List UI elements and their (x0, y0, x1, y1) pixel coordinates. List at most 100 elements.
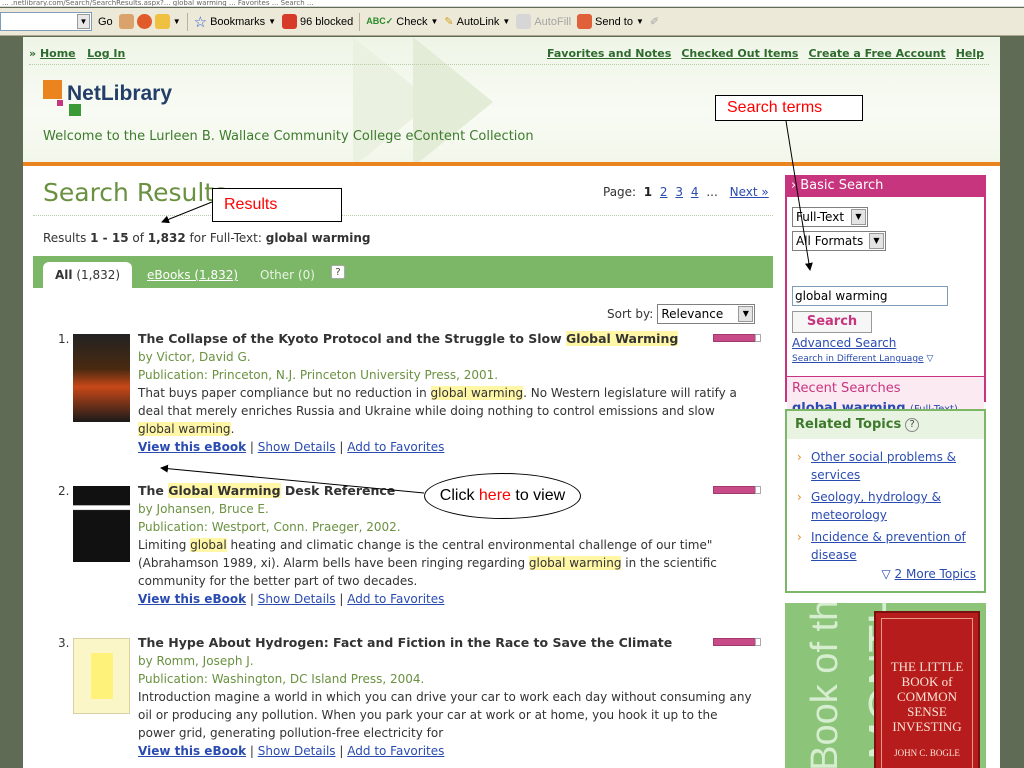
book-cover[interactable] (73, 334, 130, 422)
puzzle-icon[interactable] (154, 14, 170, 29)
checked-out-link[interactable]: Checked Out Items (681, 47, 798, 60)
related-topic-link[interactable]: Incidence & prevention of disease (811, 530, 966, 562)
more-topics-link[interactable]: ▽ 2 More Topics (881, 567, 976, 581)
result-number: 1. (58, 332, 70, 346)
result-author: by Victor, David G. (138, 350, 251, 364)
result-title[interactable]: The Hype About Hydrogen: Fact and Fictio… (138, 634, 753, 652)
sidebar: › Basic Search Full-Text ▼ All Formats ▼ gl… (785, 166, 986, 768)
result-description: Introduction magine a world in which you… (138, 690, 752, 740)
go-button[interactable]: Go (98, 16, 113, 28)
sendto-button[interactable]: Send to ▼ (577, 14, 644, 29)
netlibrary-logo[interactable]: NetLibrary (43, 80, 203, 122)
sort-control: Sort by: Relevance ▼ (607, 304, 756, 324)
spellcheck-button[interactable]: ABC✓ Check ▼ (366, 16, 438, 28)
add-favorites-link[interactable]: Add to Favorites (347, 440, 444, 454)
results-summary: Results 1 - 15 of 1,832 for Full-Text: g… (43, 231, 371, 245)
tab-ebooks[interactable]: eBooks (1,832) (147, 262, 238, 288)
result-actions: View this eBook | Show Details | Add to … (138, 742, 753, 760)
main-content: Search Results Page: 1 2 3 4 ... Next » … (23, 166, 1000, 768)
format-select[interactable]: All Formats ▼ (792, 231, 886, 251)
title-highlight: Global Warming (168, 483, 281, 498)
netlibrary-page: » Home Log In Favorites and Notes Checke… (23, 37, 1000, 768)
advanced-search-link[interactable]: Advanced Search (792, 336, 896, 350)
chevron-down-icon[interactable]: ▼ (173, 17, 181, 26)
show-details-link[interactable]: Show Details (258, 592, 336, 606)
annotation-text: to view (510, 487, 566, 504)
chevron-down-icon[interactable]: ▼ (851, 209, 866, 225)
result-number: 3. (58, 636, 70, 650)
chevron-down-icon: ▽ (926, 354, 934, 364)
chevron-down-icon[interactable]: ▼ (738, 306, 754, 322)
title-text: Desk Reference (280, 483, 396, 498)
popup-blocker-button[interactable]: 96 blocked (282, 14, 353, 29)
wrench-icon: ✐ (649, 16, 660, 28)
bullet-icon: › (797, 530, 802, 544)
annotation-search-terms: Search terms (715, 95, 863, 121)
search-button[interactable]: Search (792, 311, 872, 333)
tab-all[interactable]: All (1,832) (43, 262, 133, 288)
related-topic-link[interactable]: Geology, hydrology & meteorology (811, 490, 941, 522)
different-language-label: Search in Different Language (792, 354, 924, 364)
view-ebook-link[interactable]: View this eBook (138, 440, 246, 454)
favorites-notes-link[interactable]: Favorites and Notes (547, 47, 671, 60)
home-link[interactable]: Home (40, 47, 76, 60)
show-details-link[interactable]: Show Details (258, 744, 336, 758)
toolbar-icons-group[interactable]: ▼ (118, 14, 181, 29)
help-icon[interactable]: ? (905, 417, 920, 432)
chevron-down-icon[interactable]: ▼ (77, 14, 90, 29)
cookie-icon[interactable] (118, 14, 134, 29)
result-title[interactable]: The Collapse of the Kyoto Protocol and t… (138, 330, 753, 348)
search-type-select[interactable]: Full-Text ▼ (792, 207, 868, 227)
ebook-of-month-panel: eBook of the MONTH THE LITTLE BOOK of CO… (785, 603, 986, 768)
separator: | (249, 744, 254, 758)
result-body: The Hype About Hydrogen: Fact and Fictio… (138, 634, 753, 760)
add-favorites-link[interactable]: Add to Favorites (347, 592, 444, 606)
pagination: Page: 1 2 3 4 ... Next » (603, 185, 769, 199)
autofill-button[interactable]: AutoFill (516, 14, 571, 29)
book-cover[interactable] (73, 638, 130, 714)
logo-square (57, 100, 63, 106)
book-cover[interactable] (73, 486, 130, 562)
separator: | (249, 440, 254, 454)
view-ebook-link[interactable]: View this eBook (138, 744, 246, 758)
bookmarks-label: Bookmarks (210, 15, 266, 28)
bookmarks-button[interactable]: ☆ Bookmarks ▼ (194, 13, 276, 31)
tab-other[interactable]: Other (0) (260, 262, 315, 288)
help-link[interactable]: Help (956, 47, 984, 60)
results-for: for Full-Text: (185, 231, 266, 245)
next-page-link[interactable]: Next » (730, 185, 769, 199)
help-icon[interactable]: ? (331, 265, 345, 279)
result-item: 3. The Hype About Hydrogen: Fact and Fic… (23, 634, 783, 768)
view-ebook-link[interactable]: View this eBook (138, 592, 246, 606)
recent-searches-title: Recent Searches (792, 381, 901, 396)
page-link[interactable]: 2 (660, 185, 668, 199)
title-highlight: Global Warming (566, 331, 679, 346)
add-favorites-link[interactable]: Add to Favorites (347, 744, 444, 758)
sort-select[interactable]: Relevance ▼ (657, 304, 756, 324)
login-link[interactable]: Log In (87, 47, 125, 60)
relevance-bar (713, 334, 761, 342)
address-bar-strip: ... .netlibrary.com/Search/SearchResults… (0, 0, 1024, 7)
welcome-message: Welcome to the Lurleen B. Wallace Commun… (43, 129, 534, 144)
desc-text: Limiting (138, 538, 191, 552)
annotation-text: Click (439, 487, 479, 504)
toolbar-search-combo[interactable]: ▼ (0, 12, 92, 31)
annotation-results: Results (212, 188, 342, 222)
options-button[interactable]: ✐ (650, 15, 659, 28)
autolink-button[interactable]: ✎ AutoLink ▼ (444, 15, 510, 29)
related-topic-link[interactable]: Other social problems & services (811, 450, 956, 482)
search-input[interactable]: global warming (792, 286, 948, 306)
result-number: 2. (58, 484, 70, 498)
featured-book-cover[interactable]: THE LITTLE BOOK of COMMON SENSE INVESTIN… (874, 611, 980, 768)
chevron-down-icon[interactable]: ▼ (869, 233, 884, 249)
result-publication: Publication: Washington, DC Island Press… (138, 672, 425, 686)
tab-all-count: (1,832) (76, 268, 121, 282)
result-item: 2. The Global Warming Desk Reference by … (23, 482, 783, 617)
swirl-icon[interactable] (136, 14, 152, 29)
show-details-link[interactable]: Show Details (258, 440, 336, 454)
different-language-link[interactable]: Search in Different Language ▽ (792, 354, 933, 364)
page-link[interactable]: 4 (691, 185, 699, 199)
create-account-link[interactable]: Create a Free Account (808, 47, 945, 60)
related-topics-list: › Other social problems & services › Geolo… (795, 448, 980, 568)
page-link[interactable]: 3 (675, 185, 683, 199)
